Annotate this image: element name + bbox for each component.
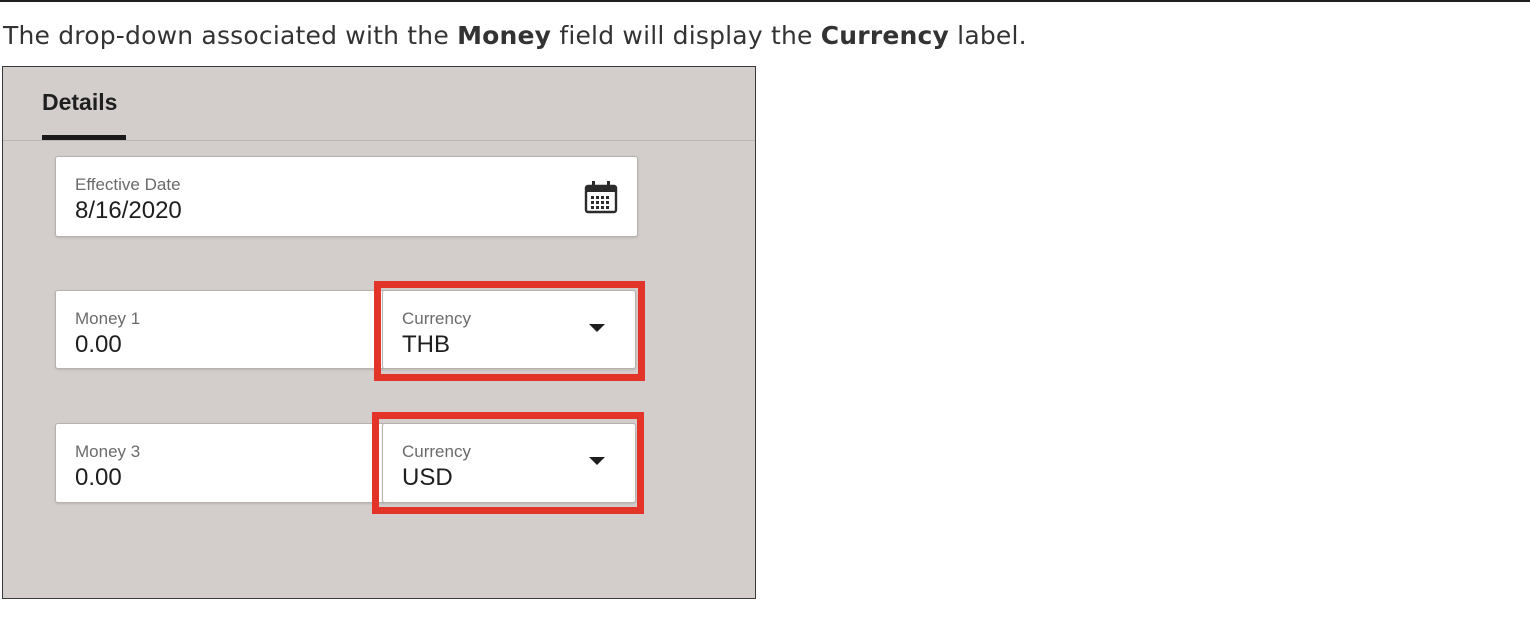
currency-1-value: THB (402, 331, 450, 358)
money-3-field[interactable]: Money 3 0.00 (55, 423, 385, 503)
calendar-icon[interactable] (583, 179, 619, 215)
effective-date-label: Effective Date (75, 175, 181, 194)
money-3-label: Money 3 (75, 442, 141, 461)
effective-date-value: 8/16/2020 (75, 197, 182, 224)
currency-dropdown-1[interactable]: Currency THB (382, 290, 636, 369)
caption-part-1: The drop-down associated with the (3, 21, 458, 50)
caption-bold-money: Money (457, 21, 552, 50)
currency-2-label: Currency (402, 442, 471, 461)
details-screenshot-panel: Details Effective Date 8/16/2020 Money 1… (2, 66, 756, 599)
tab-divider (3, 140, 755, 141)
caption-text: The drop-down associated with the Money … (3, 21, 1027, 50)
top-rule (0, 0, 1530, 2)
chevron-down-icon[interactable] (589, 457, 605, 465)
caption-part-3: label. (949, 21, 1027, 50)
money-1-label: Money 1 (75, 309, 141, 328)
tab-details[interactable]: Details (42, 89, 117, 116)
money-1-field[interactable]: Money 1 0.00 (55, 290, 385, 369)
money-3-value: 0.00 (75, 464, 122, 491)
currency-2-value: USD (402, 464, 453, 491)
currency-dropdown-2[interactable]: Currency USD (382, 423, 636, 503)
caption-part-2: field will display the (551, 21, 821, 50)
chevron-down-icon[interactable] (589, 324, 605, 332)
money-1-value: 0.00 (75, 331, 122, 358)
caption-bold-currency: Currency (820, 21, 950, 50)
effective-date-field[interactable]: Effective Date 8/16/2020 (55, 156, 638, 237)
currency-1-label: Currency (402, 309, 471, 328)
